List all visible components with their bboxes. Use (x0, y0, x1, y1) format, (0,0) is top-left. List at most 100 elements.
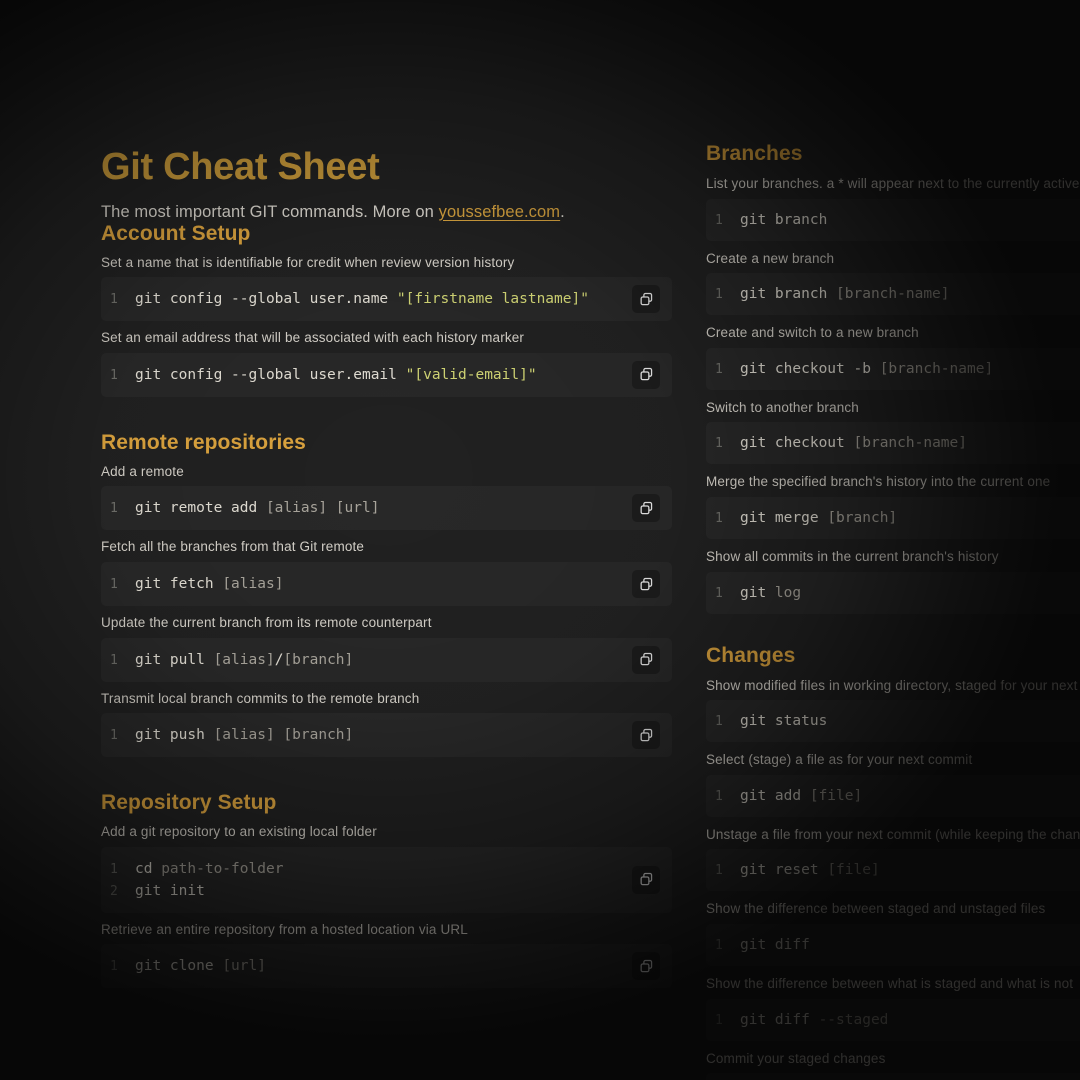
command-description: Merge the specified branch's history int… (706, 474, 1051, 490)
page-header: Git Cheat Sheet The most important GIT c… (101, 0, 672, 222)
copy-icon[interactable] (632, 570, 660, 599)
code-block: 1 git push [alias] [branch] (101, 713, 672, 758)
code-text: git merge [branch] (740, 507, 897, 529)
line-number: 1 (715, 361, 723, 377)
section: Repository Setup Add a git repository to … (101, 791, 672, 989)
code-block: 1 git fetch [alias] (101, 562, 672, 607)
page-subtitle-suffix: . (560, 202, 565, 221)
right-column: Branches List your branches. a * will app… (706, 0, 1080, 1080)
line-number: 1 (715, 937, 723, 953)
line-number: 1 (110, 367, 118, 383)
code-block: 1 git config --global user.name "[firstna… (101, 277, 672, 322)
command-description: Add a git repository to an existing loca… (101, 824, 377, 840)
copy-icon[interactable] (632, 360, 660, 389)
line-number: 1 (110, 861, 118, 877)
code-command: git clone (135, 958, 223, 975)
command-description: Switch to another branch (706, 399, 859, 415)
code-text: git push [alias] [branch] (135, 724, 353, 746)
command-description: Create and switch to a new branch (706, 325, 919, 341)
code-text: git checkout -b [branch-name] (740, 358, 993, 380)
code-block: 1 git diff (706, 923, 1080, 966)
code-command: git add (740, 787, 810, 804)
command-description: Show modified files in working directory… (706, 677, 1080, 693)
section-title: Repository Setup (101, 791, 277, 815)
code-command: git remote add (135, 500, 266, 517)
command-description: Unstage a file from your next commit (wh… (706, 826, 1080, 842)
code-argument: [branch-name] (836, 286, 950, 303)
code-text: git status (740, 710, 827, 732)
section: Branches List your branches. a * will app… (706, 142, 1080, 614)
cheatsheet-page: Git Cheat Sheet The most important GIT c… (0, 0, 1080, 1080)
command-description: Create a new branch (706, 250, 835, 266)
copy-icon[interactable] (632, 721, 660, 750)
code-command: git push (135, 727, 214, 744)
code-text: git init (135, 880, 205, 902)
code-block: 1 git branch (706, 198, 1080, 241)
code-block: 1 git merge [branch] (706, 496, 1080, 539)
left-column: Git Cheat Sheet The most important GIT c… (101, 0, 672, 1080)
code-text: git remote add [alias] [url] (135, 497, 379, 519)
code-argument: --staged (818, 1011, 889, 1028)
code-argument: [file] (809, 787, 863, 804)
command-description: Commit your staged changes (706, 1050, 886, 1066)
command-description: Add a remote (101, 463, 184, 479)
code-command: git reset (740, 862, 828, 879)
code-line: 1 git checkout [branch-name] (706, 432, 1080, 454)
line-number: 1 (110, 959, 118, 975)
line-number: 1 (110, 292, 118, 308)
section-title: Changes (706, 643, 796, 667)
code-argument: log (774, 584, 802, 601)
command-description: Retrieve an entire repository from a hos… (101, 921, 468, 937)
code-line: 1 git checkout -b [branch-name] (706, 358, 1080, 380)
code-block: 1 git status (706, 700, 1080, 743)
code-block: 1 git config --global user.email "[valid-… (101, 352, 672, 397)
line-number: 1 (715, 436, 723, 452)
website-link[interactable]: youssefbee.com (439, 203, 561, 221)
section: Changes Show modified files in working di… (706, 644, 1080, 1080)
code-command: git branch (740, 211, 828, 228)
code-text: git config --global user.name "[firstnam… (135, 288, 589, 310)
command-description: Set a name that is identifiable for cred… (101, 254, 515, 270)
right-sections: Branches List your branches. a * will app… (706, 142, 1080, 1080)
copy-icon[interactable] (632, 952, 660, 981)
code-text: git add [file] (740, 785, 862, 807)
code-text: git config --global user.email "[valid-e… (135, 364, 537, 386)
code-line: 1 git merge [branch] (706, 507, 1080, 529)
code-text: git fetch [alias] (135, 573, 283, 595)
copy-icon[interactable] (632, 285, 660, 314)
code-text: git branch (740, 209, 827, 231)
code-command: git diff (740, 1011, 819, 1028)
copy-icon[interactable] (632, 865, 660, 894)
line-number: 1 (110, 728, 118, 744)
code-string: "[valid-email]" (405, 366, 537, 383)
code-argument: [url] (222, 958, 266, 975)
code-text: git log (740, 582, 801, 604)
line-number: 1 (110, 501, 118, 517)
code-text: git checkout [branch-name] (740, 432, 967, 454)
code-block: 1 git remote add [alias] [url] (101, 486, 672, 531)
code-line: 1 git reset [file] (706, 859, 1080, 881)
copy-icon[interactable] (632, 494, 660, 523)
code-command: git merge (740, 509, 828, 526)
command-description: Show all commits in the current branch's… (706, 548, 999, 564)
code-command: git branch (740, 286, 837, 303)
code-line: 1 git pull [alias]/[branch] (101, 649, 672, 671)
code-block: 1 cd path-to-folder 2 git init (101, 846, 672, 913)
line-number: 1 (715, 788, 723, 804)
code-argument: [branch-name] (879, 360, 994, 377)
code-command: git config --global user.name (135, 291, 397, 308)
code-block: 1 git clone [url] (101, 944, 672, 989)
line-number: 2 (110, 883, 118, 899)
code-line: 1 git status (706, 710, 1080, 732)
code-argument: [branch-name] (853, 435, 968, 452)
section: Remote repositories Add a remote 1 git remo… (101, 430, 672, 758)
command-description: Transmit local branch commits to the rem… (101, 690, 420, 706)
command-description: Fetch all the branches from that Git rem… (101, 539, 365, 555)
section-title: Remote repositories (101, 430, 306, 454)
code-command: git pull (135, 651, 214, 668)
line-number: 1 (110, 577, 118, 593)
code-argument: [branch] (283, 651, 354, 668)
command-description: Update the current branch from its remot… (101, 615, 432, 631)
copy-icon[interactable] (632, 645, 660, 674)
code-line: 2 git init (101, 880, 672, 902)
